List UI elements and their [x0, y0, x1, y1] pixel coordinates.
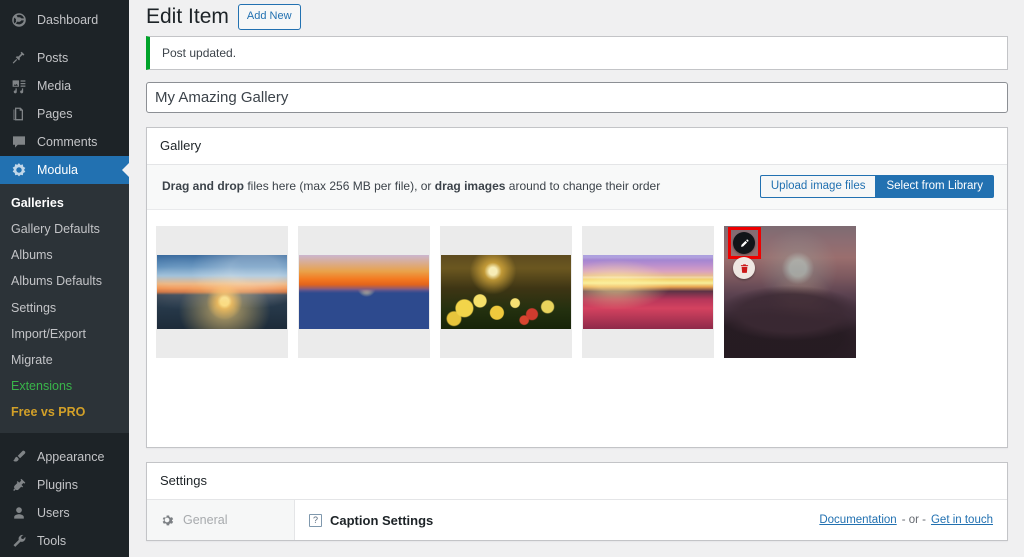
- submenu-item-free-vs-pro[interactable]: Free vs PRO: [0, 399, 129, 425]
- paintbrush-icon: [9, 447, 29, 467]
- settings-panel: Settings General ? Caption Settings: [146, 462, 1008, 541]
- delete-image-button[interactable]: [733, 257, 755, 279]
- media-icon: [9, 76, 29, 96]
- edit-image-button[interactable]: [733, 232, 755, 254]
- sidebar-item-label: Dashboard: [37, 14, 98, 27]
- help-links-separator: - or -: [902, 514, 926, 526]
- gallery-thumbnail-4[interactable]: [582, 226, 714, 358]
- settings-body: General ? Caption Settings Documentation…: [147, 500, 1007, 540]
- sidebar-item-media[interactable]: Media: [0, 72, 129, 100]
- settings-tab-general[interactable]: General: [147, 508, 294, 532]
- page-title: Edit Item: [146, 3, 229, 30]
- dnd-tail: around to change their order: [505, 179, 660, 193]
- plug-icon: [9, 475, 29, 495]
- sidebar-item-label: Posts: [37, 52, 68, 65]
- trash-icon: [739, 263, 750, 274]
- gallery-thumbnail-3[interactable]: [440, 226, 572, 358]
- submenu-item-albums-defaults[interactable]: Albums Defaults: [0, 268, 129, 294]
- notice-message: Post updated.: [162, 46, 236, 60]
- submenu-item-galleries[interactable]: Galleries: [0, 190, 129, 216]
- dnd-lead: Drag and drop: [162, 179, 244, 193]
- uploader-buttons: Upload image files Select from Library: [760, 175, 994, 198]
- sidebar-item-modula[interactable]: Modula: [0, 156, 129, 184]
- caption-settings-heading: ? Caption Settings: [309, 513, 433, 528]
- gallery-panel: Gallery Drag and drop files here (max 25…: [146, 127, 1008, 448]
- sidebar-item-tools[interactable]: Tools: [0, 527, 129, 555]
- sidebar-item-plugins[interactable]: Plugins: [0, 471, 129, 499]
- pin-icon: [9, 48, 29, 68]
- pencil-icon: [739, 238, 750, 249]
- settings-tab-list: General: [147, 500, 295, 540]
- submenu-item-migrate[interactable]: Migrate: [0, 347, 129, 373]
- add-new-button[interactable]: Add New: [238, 4, 301, 30]
- admin-sidebar: Dashboard Posts Media Pages Comments: [0, 0, 129, 557]
- help-icon[interactable]: ?: [309, 514, 322, 527]
- select-from-library-button[interactable]: Select from Library: [875, 175, 994, 198]
- sidebar-item-users[interactable]: Users: [0, 499, 129, 527]
- sidebar-item-label: Media: [37, 80, 71, 93]
- wordpress-admin-screen: Dashboard Posts Media Pages Comments: [0, 0, 1024, 557]
- sidebar-item-label: Appearance: [37, 451, 104, 464]
- modula-icon: [9, 160, 29, 180]
- sidebar-item-comments[interactable]: Comments: [0, 128, 129, 156]
- submenu-item-albums[interactable]: Albums: [0, 242, 129, 268]
- dnd-bold: drag images: [435, 179, 506, 193]
- modula-submenu: Galleries Gallery Defaults Albums Albums…: [0, 184, 129, 433]
- sidebar-item-dashboard[interactable]: Dashboard: [0, 6, 129, 34]
- sidebar-item-appearance[interactable]: Appearance: [0, 443, 129, 471]
- title-field-row: [129, 70, 1024, 113]
- settings-panel-heading: Settings: [147, 463, 1007, 500]
- sidebar-item-pages[interactable]: Pages: [0, 100, 129, 128]
- gallery-title-input[interactable]: [146, 82, 1008, 113]
- gallery-panel-heading: Gallery: [147, 128, 1007, 165]
- settings-tab-label: General: [183, 513, 227, 527]
- submenu-item-extensions[interactable]: Extensions: [0, 373, 129, 399]
- user-icon: [9, 503, 29, 523]
- help-links: Documentation - or - Get in touch: [819, 514, 993, 526]
- thumbnail-image-sunset-over-sea: [157, 255, 287, 329]
- dashboard-icon: [9, 10, 29, 30]
- thumbnail-grid: [155, 226, 997, 358]
- main-content: Edit Item Add New Post updated. Gallery …: [129, 0, 1024, 557]
- submenu-item-import-export[interactable]: Import/Export: [0, 321, 129, 347]
- settings-content: ? Caption Settings Documentation - or - …: [295, 500, 1007, 540]
- get-in-touch-link[interactable]: Get in touch: [931, 514, 993, 526]
- dnd-mid: files here (max 256 MB per file), or: [244, 179, 435, 193]
- upload-image-files-button[interactable]: Upload image files: [760, 175, 876, 198]
- documentation-link[interactable]: Documentation: [819, 514, 896, 526]
- sidebar-item-label: Plugins: [37, 479, 78, 492]
- sidebar-item-posts[interactable]: Posts: [0, 44, 129, 72]
- caption-settings-label: Caption Settings: [330, 513, 433, 528]
- gallery-thumbnail-2[interactable]: [298, 226, 430, 358]
- thumbnail-hover-actions: [733, 232, 755, 279]
- post-updated-notice: Post updated.: [146, 36, 1008, 70]
- sidebar-item-label: Modula: [37, 164, 78, 177]
- gear-icon: [160, 513, 174, 527]
- gallery-thumbnail-5[interactable]: [724, 226, 856, 358]
- sidebar-item-label: Users: [37, 507, 70, 520]
- wrench-icon: [9, 531, 29, 551]
- thumbnail-image-yellow-flowers-field: [441, 255, 571, 329]
- sidebar-item-label: Comments: [37, 136, 97, 149]
- drag-and-drop-text: Drag and drop files here (max 256 MB per…: [162, 178, 660, 195]
- submenu-item-gallery-defaults[interactable]: Gallery Defaults: [0, 216, 129, 242]
- comments-icon: [9, 132, 29, 152]
- sidebar-item-label: Tools: [37, 535, 66, 548]
- thumbnail-image-mountain-at-sunrise: [299, 255, 429, 329]
- thumbnail-image-purple-pink-beach-sunset: [583, 255, 713, 329]
- gallery-thumbnail-1[interactable]: [156, 226, 288, 358]
- sidebar-item-label: Pages: [37, 108, 72, 121]
- gallery-thumbnails-area[interactable]: [147, 210, 1007, 447]
- uploader-bar: Drag and drop files here (max 256 MB per…: [147, 165, 1007, 210]
- pages-icon: [9, 104, 29, 124]
- page-header: Edit Item Add New: [129, 0, 1024, 32]
- submenu-item-settings[interactable]: Settings: [0, 295, 129, 321]
